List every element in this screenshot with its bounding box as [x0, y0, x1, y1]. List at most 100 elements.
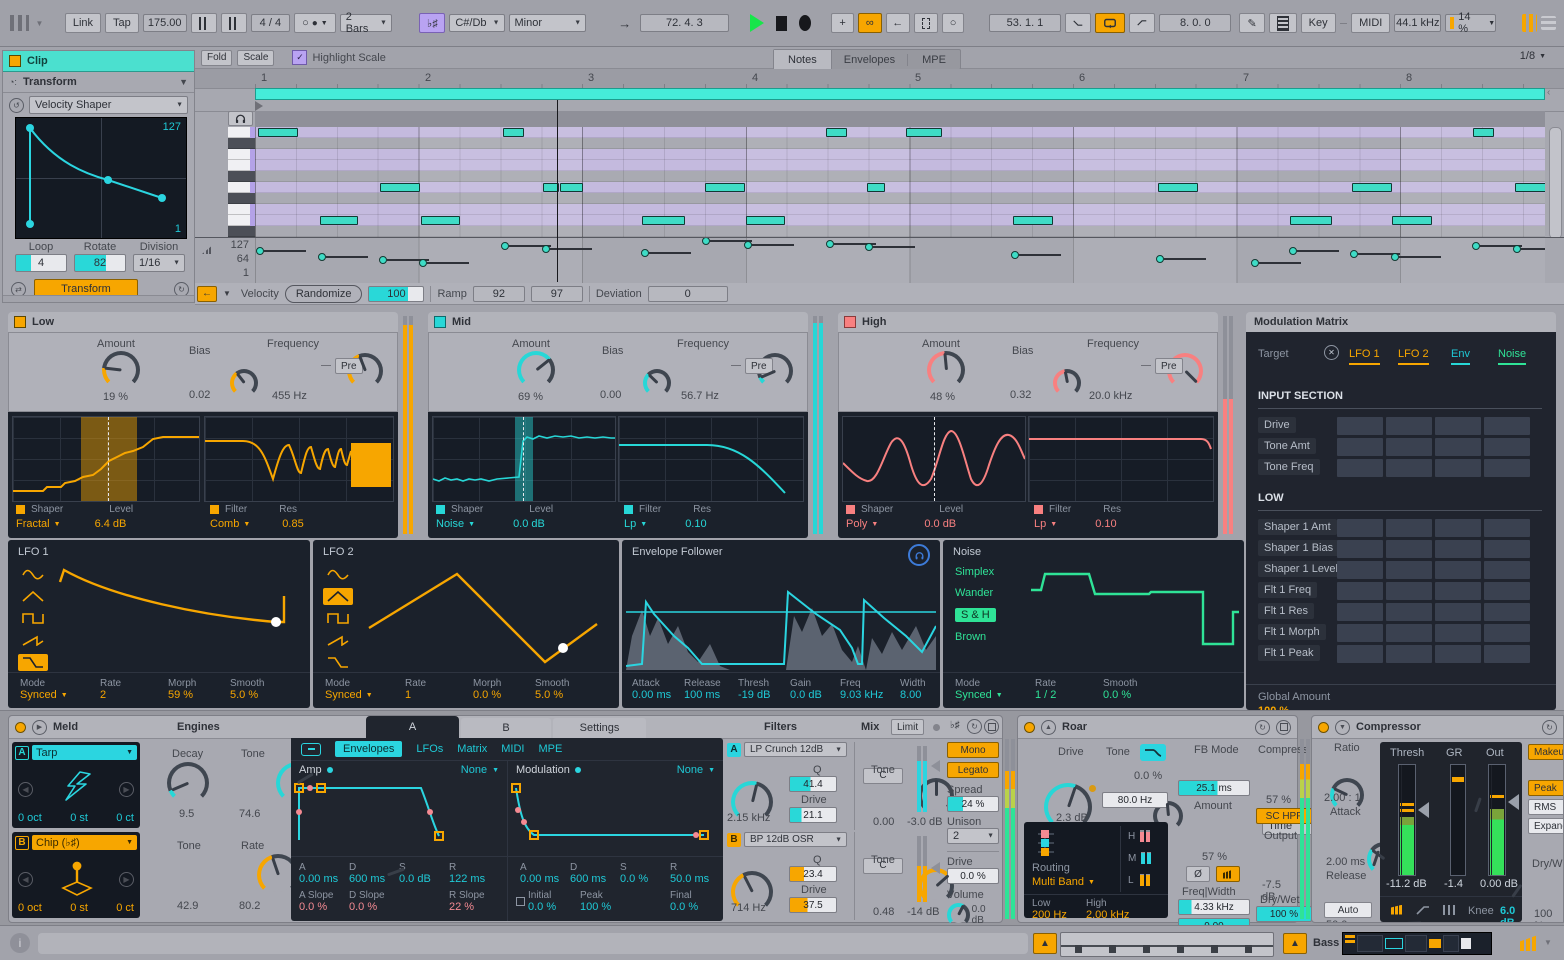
cpu-meter[interactable]: 14 %▼	[1445, 14, 1496, 32]
filter-b-type-select[interactable]: BP 12dB OSR	[744, 832, 847, 847]
beat-ruler[interactable]: 1 2 3 4 5 6 7 8	[195, 69, 1564, 89]
punch-out-icon[interactable]	[1129, 13, 1155, 33]
highlight-scale-checkbox[interactable]: ✓	[292, 50, 307, 65]
matrix-row-label[interactable]: Tone Amt	[1258, 438, 1316, 454]
mono-button[interactable]: Mono	[947, 742, 999, 758]
filter-res-value[interactable]: 0.85	[282, 518, 303, 530]
matrix-cell[interactable]	[1484, 519, 1530, 537]
note-row[interactable]	[255, 149, 1545, 160]
auto-release-button[interactable]: Auto	[1324, 902, 1372, 918]
lane-back-button[interactable]: ←	[197, 286, 217, 302]
time-signature-field[interactable]: 4 / 4	[251, 14, 290, 32]
out-value[interactable]: 0.00 dB	[1480, 878, 1518, 890]
meld-tab-a[interactable]: A	[366, 716, 459, 738]
meld-drive-field[interactable]: 0.0 %	[947, 868, 999, 884]
engine-a-st[interactable]: 0 st	[70, 812, 88, 824]
loop-count-field[interactable]: 4	[15, 254, 67, 272]
matrix-cell[interactable]	[1386, 645, 1432, 663]
tab-notes[interactable]: Notes	[774, 50, 832, 69]
midi-note[interactable]	[258, 128, 298, 137]
amp-rslope-value[interactable]: 22 %	[449, 901, 474, 913]
note-row[interactable]	[255, 160, 1545, 171]
amp-a-value[interactable]: 0.00 ms	[299, 873, 338, 885]
shaper-type-select[interactable]: Noise	[436, 518, 464, 530]
subtab-mpe[interactable]: MPE	[538, 743, 562, 755]
lfo-rate-value[interactable]: 1	[405, 689, 411, 701]
overview-toggle-icon[interactable]	[1541, 16, 1556, 30]
clip-overview-toggle[interactable]: ▲	[1033, 933, 1057, 954]
highlight-scale-toolbar-icon[interactable]	[1269, 13, 1297, 33]
amp-s-value[interactable]: 0.0 dB	[399, 873, 431, 885]
options-chevron-icon[interactable]: ▼	[35, 19, 43, 28]
lfo-triangle-icon[interactable]	[18, 588, 48, 605]
piano-key[interactable]	[228, 127, 255, 138]
clip-mini-overview[interactable]	[1060, 932, 1274, 957]
roar-tone-filter-icon[interactable]	[1140, 744, 1166, 761]
engine-a-knob1[interactable]	[167, 762, 209, 804]
pre-button[interactable]: Pre	[335, 358, 363, 374]
capture-midi-icon[interactable]: ○	[942, 13, 965, 33]
punch-in-icon[interactable]	[1065, 13, 1091, 33]
matrix-row-label[interactable]: Tone Freq	[1258, 459, 1320, 475]
play-button[interactable]	[750, 14, 764, 32]
thresh-handle[interactable]	[1418, 802, 1429, 818]
new-midi-clip-icon[interactable]: +	[831, 13, 853, 33]
fb-time-field[interactable]: 25.1 ms	[1178, 780, 1250, 796]
midi-note[interactable]	[705, 183, 745, 192]
filter-enable-checkbox[interactable]	[624, 505, 633, 514]
matrix-cell[interactable]	[1386, 624, 1432, 642]
engine-b-oct[interactable]: 0 oct	[18, 902, 42, 914]
mod-a-value[interactable]: 0.00 ms	[520, 873, 559, 885]
fold-button[interactable]: Fold	[201, 50, 232, 66]
midi-note[interactable]	[746, 216, 785, 225]
subtab-envelopes[interactable]: Envelopes	[335, 741, 402, 757]
filter-plot[interactable]	[618, 416, 804, 502]
collapse-chevron-icon[interactable]: ▼	[179, 77, 188, 87]
amp-env-graph[interactable]	[291, 780, 507, 844]
midi-note[interactable]	[826, 128, 847, 137]
filter-res-value[interactable]: 0.10	[685, 518, 706, 530]
matrix-cell[interactable]	[1386, 417, 1432, 435]
engine-a-next-icon[interactable]: ▶	[119, 782, 134, 797]
roar-collapse-icon[interactable]: ▲	[1041, 720, 1056, 735]
meld-tab-b[interactable]: B	[461, 718, 551, 738]
filter-a-badge[interactable]: A	[727, 743, 741, 757]
velocity-lane-inner[interactable]	[255, 238, 1545, 283]
lfo-morph-value[interactable]: 0.0 %	[473, 689, 501, 701]
shaper-plot[interactable]	[842, 416, 1026, 502]
subtab-midi[interactable]: MIDI	[501, 743, 524, 755]
filter-plot[interactable]	[1028, 416, 1214, 502]
tab-mpe[interactable]: MPE	[908, 54, 960, 66]
scale-mode-button[interactable]: ♭♯	[419, 13, 445, 33]
matrix-row-label[interactable]: Shaper 1 Amt	[1258, 519, 1337, 535]
device-chain-minimap[interactable]	[1342, 932, 1492, 955]
midi-note[interactable]	[320, 216, 358, 225]
midi-note[interactable]	[906, 128, 942, 137]
matrix-cell[interactable]	[1484, 624, 1530, 642]
band-enable-checkbox[interactable]	[14, 316, 26, 328]
midi-map-button[interactable]: MIDI	[1351, 13, 1390, 33]
matrix-cell[interactable]	[1484, 561, 1530, 579]
matrix-cell[interactable]	[1484, 603, 1530, 621]
filter-a-level-handle[interactable]	[931, 760, 940, 772]
draw-mode-icon[interactable]: ✎	[1239, 13, 1264, 33]
lfo-rate-value[interactable]: 2	[100, 689, 106, 701]
roar-save-icon[interactable]	[1276, 720, 1291, 735]
matrix-row-label[interactable]: Shaper 1 Bias	[1258, 540, 1339, 556]
matrix-cell[interactable]	[1484, 417, 1530, 435]
shaper-enable-checkbox[interactable]	[436, 505, 445, 514]
matrix-row-label[interactable]: Flt 1 Res	[1258, 603, 1314, 619]
shaper-type-select[interactable]: Fractal	[16, 518, 50, 530]
noise-type-simplex[interactable]: Simplex	[955, 566, 996, 578]
matrix-cell[interactable]	[1337, 624, 1383, 642]
matrix-cell[interactable]	[1435, 438, 1481, 456]
meld-hot-swap-icon[interactable]: ↻	[967, 719, 982, 734]
engine-a-ct[interactable]: 0 ct	[116, 812, 134, 824]
mod-s-value[interactable]: 0.0 %	[620, 873, 648, 885]
lfo-square-icon[interactable]	[323, 610, 353, 627]
fb-freq-field[interactable]: 4.33 kHz	[1178, 899, 1250, 915]
matrix-row-label[interactable]: Drive	[1258, 417, 1296, 433]
randomize-amount-field[interactable]: 100	[368, 286, 424, 302]
lfo-square-icon[interactable]	[18, 610, 48, 627]
subtab-matrix[interactable]: Matrix	[457, 743, 487, 755]
